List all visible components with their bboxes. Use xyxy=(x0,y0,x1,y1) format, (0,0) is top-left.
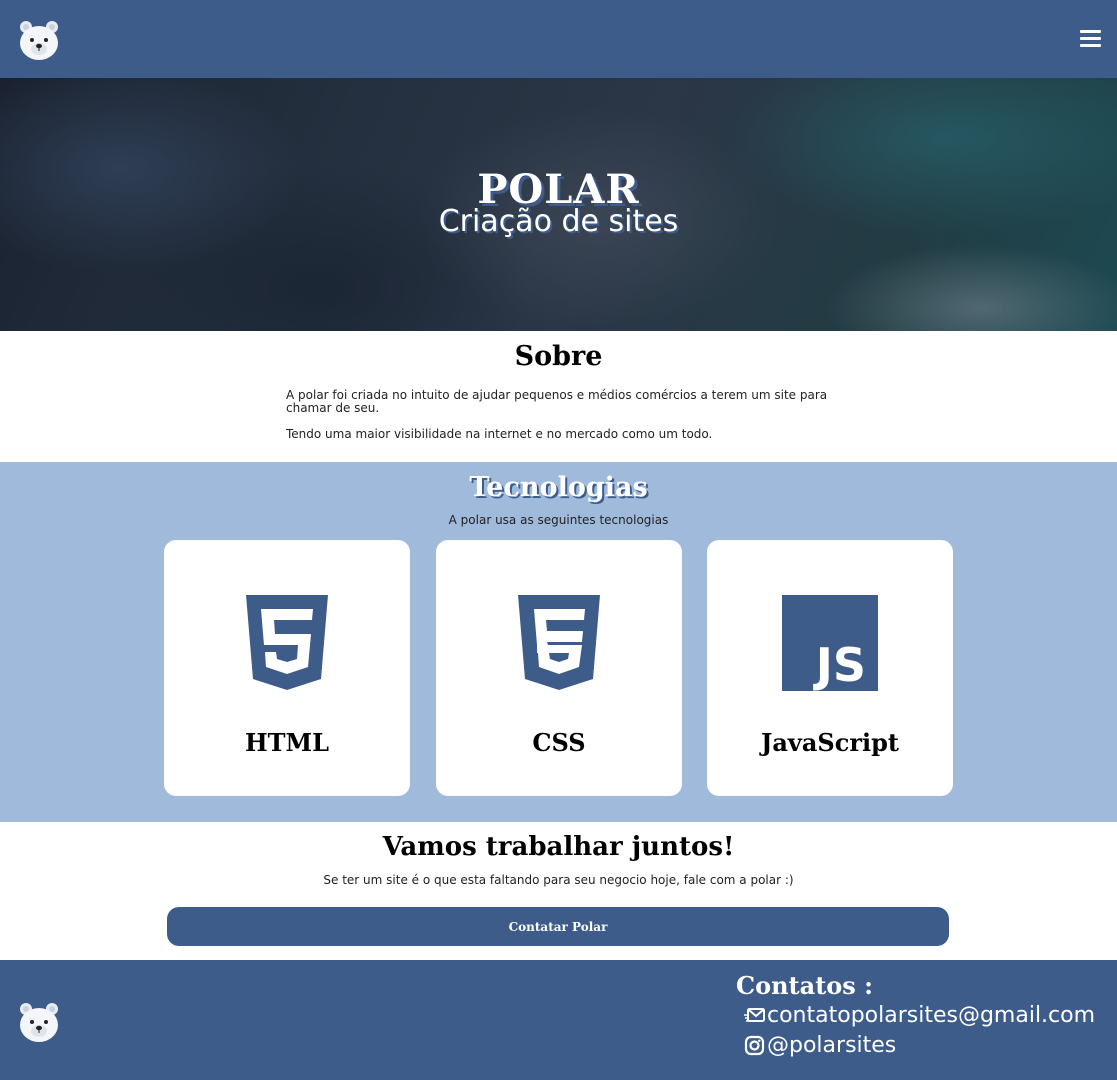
technologies-section: Tecnologias A polar usa as seguintes tec… xyxy=(0,462,1117,822)
css3-icon xyxy=(516,595,602,691)
tech-card-label: HTML xyxy=(245,728,329,757)
html5-icon xyxy=(244,595,330,691)
tech-card-javascript[interactable]: JS JavaScript xyxy=(707,540,953,796)
tech-card-label: CSS xyxy=(532,728,586,757)
tech-card-css[interactable]: CSS xyxy=(436,540,682,796)
top-navbar xyxy=(0,0,1117,78)
instagram-link[interactable]: @polarsites xyxy=(744,1033,896,1058)
cta-text: Se ter um site é o que esta faltando par… xyxy=(323,873,794,887)
about-section: Sobre A polar foi criada no intuito de a… xyxy=(0,331,1117,462)
hamburger-menu-icon[interactable] xyxy=(1080,30,1101,48)
contact-polar-button[interactable]: Contatar Polar xyxy=(167,907,949,946)
footer: Contatos : contatopolarsites@gmail.com @… xyxy=(0,960,1117,1080)
instagram-handle: @polarsites xyxy=(767,1033,897,1058)
tech-card-html[interactable]: HTML xyxy=(164,540,410,796)
svg-text:JS: JS xyxy=(813,638,866,691)
hero-subtitle: Criação de sites xyxy=(438,204,679,239)
tech-card-label: JavaScript xyxy=(761,728,899,757)
hero-banner: POLAR Criação de sites xyxy=(0,78,1117,331)
contacts-title: Contatos : xyxy=(736,971,874,1000)
about-paragraph: A polar foi criada no intuito de ajudar … xyxy=(286,388,828,415)
call-to-action-section: Vamos trabalhar juntos! Se ter um site é… xyxy=(0,822,1117,960)
about-title: Sobre xyxy=(514,341,603,372)
email-address: contatopolarsites@gmail.com xyxy=(767,1003,1096,1028)
email-icon xyxy=(744,1005,765,1026)
javascript-icon: JS xyxy=(782,595,878,692)
cta-title: Vamos trabalhar juntos! xyxy=(382,832,735,862)
email-link[interactable]: contatopolarsites@gmail.com xyxy=(744,1003,1095,1028)
technologies-title: Tecnologias xyxy=(469,472,648,503)
technologies-subtitle: A polar usa as seguintes tecnologias xyxy=(448,513,669,527)
polar-bear-icon xyxy=(18,1001,60,1043)
about-paragraph: Tendo uma maior visibilidade na internet… xyxy=(286,427,713,441)
instagram-icon xyxy=(744,1035,765,1056)
polar-bear-icon[interactable] xyxy=(18,19,60,61)
